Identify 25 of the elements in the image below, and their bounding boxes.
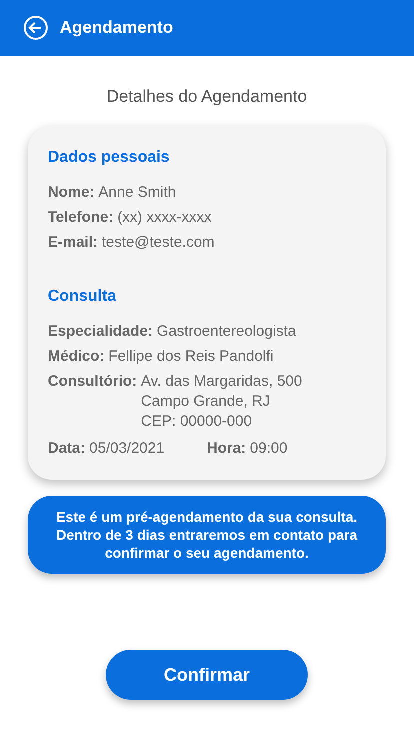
field-label: Hora:	[207, 438, 246, 458]
field-label: E-mail:	[48, 232, 98, 252]
notice-banner: Este é um pré-agendamento da sua consulta. Dentro de 3 dias entraremos em contato para confirmar o seu agendamento.	[28, 496, 386, 574]
field-label: Data:	[48, 438, 86, 458]
section-title: Dados pessoais	[48, 148, 170, 168]
field-value: Gastroentereologista	[157, 322, 296, 342]
field-label: Consultório:	[48, 372, 138, 392]
page-title: Detalhes do Agendamento	[106, 86, 308, 108]
field-value: 09:00	[250, 438, 288, 458]
field-value: 05/03/2021	[90, 438, 165, 458]
field-label: Médico:	[48, 346, 105, 366]
section-title: Consulta	[48, 286, 116, 306]
field-value: Av. das Margaridas, 500	[141, 372, 302, 392]
back-icon[interactable]	[24, 16, 48, 40]
field-value: Campo Grande, RJ	[141, 392, 272, 412]
field-label: Nome:	[48, 182, 95, 202]
field-value: teste@teste.com	[102, 232, 215, 252]
confirm-button[interactable]: Confirmar	[106, 650, 308, 700]
field-value: (xx) xxxx-xxxx	[118, 208, 212, 228]
field-label: Especialidade:	[48, 322, 154, 342]
field-label: Telefone:	[48, 208, 114, 228]
header-title: Agendamento	[60, 17, 174, 40]
field-value: Fellipe dos Reis Pandolfi	[108, 346, 274, 366]
field-value: Anne Smith	[98, 182, 176, 202]
field-value: CEP: 00000-000	[141, 412, 254, 432]
